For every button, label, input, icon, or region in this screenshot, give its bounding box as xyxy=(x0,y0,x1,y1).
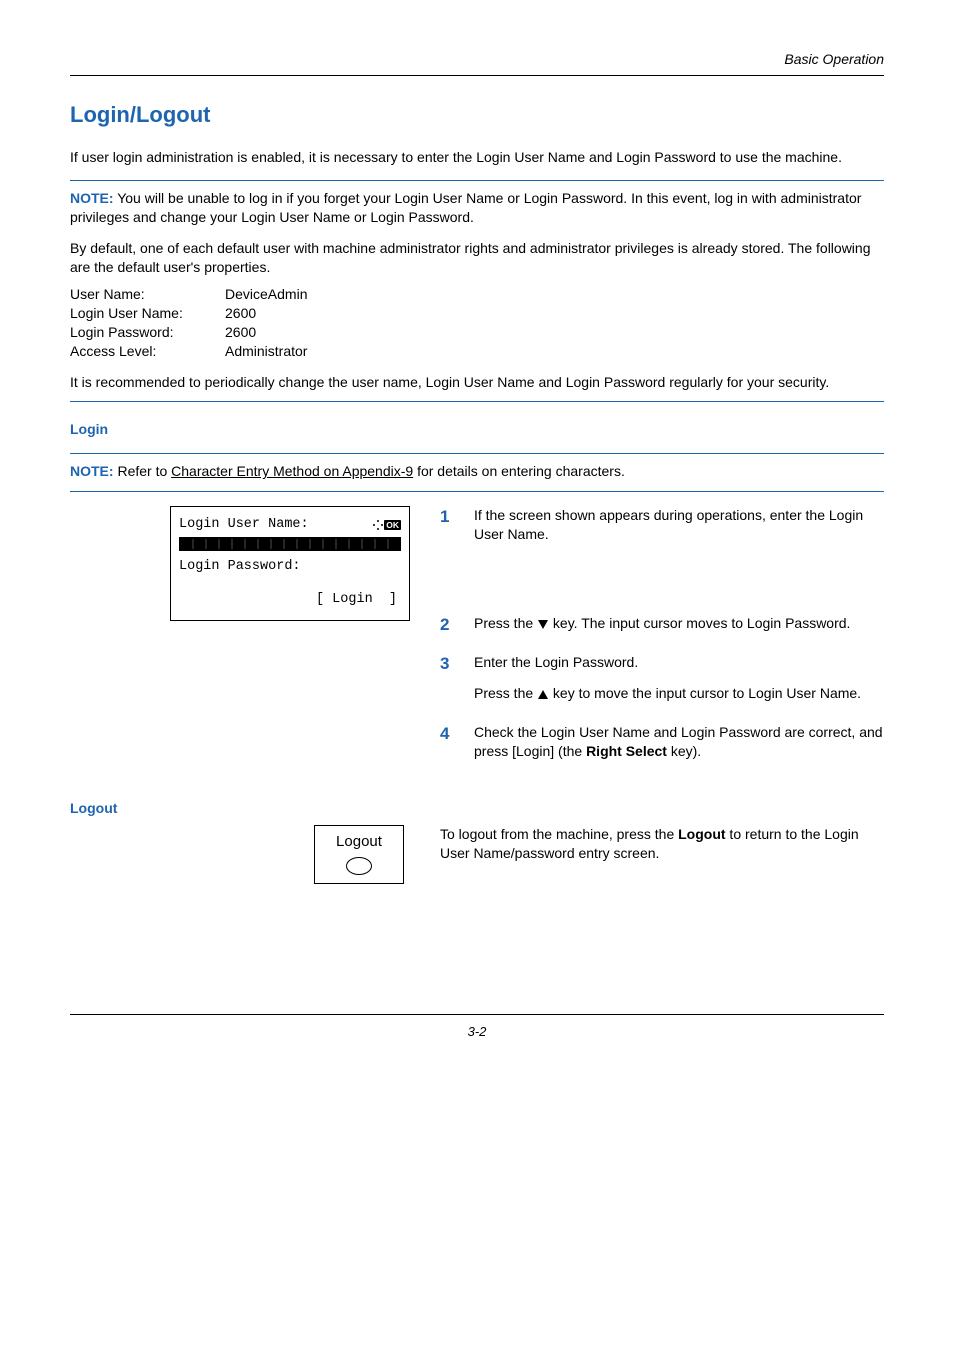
logout-key-icon xyxy=(346,857,372,875)
prop-row: Access Level: Administrator xyxy=(70,342,884,361)
step-2-pre: Press the xyxy=(474,615,537,631)
up-arrow-icon xyxy=(538,690,548,699)
step-3b-pre: Press the xyxy=(474,685,537,701)
operation-panel: Login User Name: OK Login Password: [ Lo… xyxy=(170,506,410,621)
note2-paragraph: NOTE: Refer to Character Entry Method on… xyxy=(70,462,884,481)
logout-text-bold: Logout xyxy=(678,826,725,842)
note-label: NOTE: xyxy=(70,190,114,206)
step-3b-post: key to move the input cursor to Login Us… xyxy=(549,685,861,701)
ok-icon: OK xyxy=(373,520,401,530)
logout-key-box: Logout xyxy=(314,825,404,883)
ok-label: OK xyxy=(384,520,401,530)
header-rule xyxy=(70,75,884,76)
step-2-post: key. The input cursor moves to Login Pas… xyxy=(549,615,850,631)
step-4-post: key). xyxy=(667,743,701,759)
prop-label: Login Password: xyxy=(70,323,225,342)
prop-row: Login User Name: 2600 xyxy=(70,304,884,323)
prop-value: DeviceAdmin xyxy=(225,285,307,304)
step-1-text: If the screen shown appears during opera… xyxy=(474,507,863,542)
logout-text-column: To logout from the machine, press the Lo… xyxy=(440,825,884,863)
steps-list: If the screen shown appears during opera… xyxy=(440,506,884,544)
note2-pre: Refer to xyxy=(117,463,171,479)
panel-login-user-name: Login User Name: xyxy=(179,515,309,535)
panel-column: Login User Name: OK Login Password: [ Lo… xyxy=(70,506,410,780)
prop-label: User Name: xyxy=(70,285,225,304)
nav-dots-icon xyxy=(373,520,383,530)
steps-list-cont: Press the key. The input cursor moves to… xyxy=(440,614,884,760)
step-3: Enter the Login Password. Press the key … xyxy=(440,653,884,703)
panel-login-password: Login Password: xyxy=(179,557,401,577)
step-3-text: Enter the Login Password. xyxy=(474,654,638,670)
step-4-bold: Right Select xyxy=(586,743,667,759)
panel-login-button: [ Login ] xyxy=(179,590,401,610)
step-1: If the screen shown appears during opera… xyxy=(440,506,884,544)
steps-column: If the screen shown appears during opera… xyxy=(440,506,884,780)
step-3-sub: Press the key to move the input cursor t… xyxy=(474,684,884,703)
prop-value: 2600 xyxy=(225,304,256,323)
page-title: Login/Logout xyxy=(70,100,884,130)
page-header: Basic Operation xyxy=(70,50,884,69)
logout-heading: Logout xyxy=(70,799,884,818)
logout-key-label: Logout xyxy=(319,832,399,852)
step-2: Press the key. The input cursor moves to… xyxy=(440,614,884,633)
logout-paragraph: To logout from the machine, press the Lo… xyxy=(440,825,884,863)
panel-input-bar xyxy=(179,537,401,551)
step-4: Check the Login User Name and Login Pass… xyxy=(440,723,884,761)
prop-value: Administrator xyxy=(225,342,307,361)
page-number: 3-2 xyxy=(70,1023,884,1041)
footer-rule xyxy=(70,1014,884,1015)
logout-box-column: Logout xyxy=(70,825,410,883)
note-block-1: NOTE: You will be unable to log in if yo… xyxy=(70,180,884,402)
login-heading: Login xyxy=(70,420,884,439)
note2-post: for details on entering characters. xyxy=(413,463,625,479)
logout-columns: Logout To logout from the machine, press… xyxy=(70,825,884,883)
prop-row: User Name: DeviceAdmin xyxy=(70,285,884,304)
note1-text2: By default, one of each default user wit… xyxy=(70,239,884,277)
note-label: NOTE: xyxy=(70,463,114,479)
note1-text1: You will be unable to log in if you forg… xyxy=(70,190,861,225)
prop-label: Login User Name: xyxy=(70,304,225,323)
default-user-properties: User Name: DeviceAdmin Login User Name: … xyxy=(70,285,884,361)
prop-row: Login Password: 2600 xyxy=(70,323,884,342)
prop-label: Access Level: xyxy=(70,342,225,361)
intro-paragraph: If user login administration is enabled,… xyxy=(70,148,884,167)
appendix-link[interactable]: Character Entry Method on Appendix-9 xyxy=(171,463,413,479)
note1-part1: NOTE: You will be unable to log in if yo… xyxy=(70,189,884,227)
down-arrow-icon xyxy=(538,620,548,629)
panel-line-1: Login User Name: OK xyxy=(179,515,401,535)
login-columns: Login User Name: OK Login Password: [ Lo… xyxy=(70,506,884,780)
note-block-2: NOTE: Refer to Character Entry Method on… xyxy=(70,453,884,492)
prop-value: 2600 xyxy=(225,323,256,342)
note1-text3: It is recommended to periodically change… xyxy=(70,373,884,392)
logout-text-pre: To logout from the machine, press the xyxy=(440,826,678,842)
